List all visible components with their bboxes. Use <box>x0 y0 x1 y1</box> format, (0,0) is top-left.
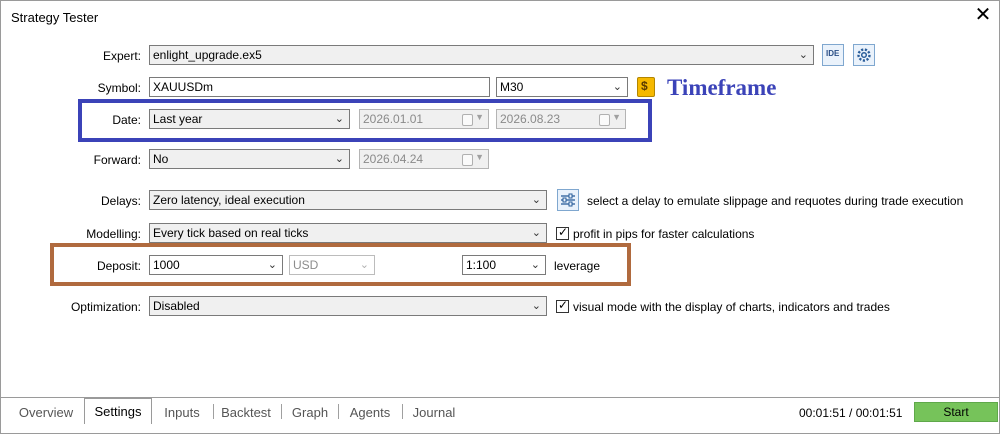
check-icon: ✓ <box>558 225 569 239</box>
tab-inputs[interactable]: Inputs <box>156 402 208 423</box>
tab-overview[interactable]: Overview <box>11 402 81 423</box>
delays-note: select a delay to emulate slippage and r… <box>587 194 964 208</box>
deposit-value: 1000 <box>153 258 180 272</box>
check-icon: ✓ <box>558 298 569 312</box>
chevron-down-icon: ▼ <box>475 112 484 122</box>
date-from-field[interactable]: 2026.01.01 ▼ <box>359 109 489 129</box>
leverage-select[interactable]: 1:100 ⌄ <box>462 255 546 275</box>
chevron-down-icon: ⌄ <box>530 259 540 271</box>
modelling-value: Every tick based on real ticks <box>153 226 309 240</box>
calendar-icon <box>462 154 473 166</box>
date-label: Date: <box>112 113 141 127</box>
forward-select[interactable]: No ⌄ <box>149 149 350 169</box>
optimization-select[interactable]: Disabled ⌄ <box>149 296 547 316</box>
chevron-down-icon: ▼ <box>612 112 621 122</box>
visual-mode-label: visual mode with the display of charts, … <box>573 300 890 314</box>
delay-settings-button[interactable] <box>557 189 579 211</box>
timeframe-select[interactable]: M30 ⌄ <box>496 77 628 97</box>
tab-settings[interactable]: Settings <box>84 398 152 424</box>
elapsed-time: 00:01:51 / 00:01:51 <box>799 406 903 420</box>
chevron-down-icon: ⌄ <box>531 300 541 312</box>
tab-agents[interactable]: Agents <box>342 402 398 423</box>
symbol-label: Symbol: <box>97 81 141 95</box>
calendar-icon <box>599 114 610 126</box>
chevron-down-icon: ⌄ <box>612 81 622 93</box>
settings-button[interactable] <box>853 44 875 66</box>
date-range-value: Last year <box>153 112 203 126</box>
deposit-label: Deposit: <box>96 259 141 273</box>
dollar-icon: $ <box>641 79 648 93</box>
date-range-select[interactable]: Last year ⌄ <box>149 109 350 129</box>
tab-separator <box>338 404 339 419</box>
expert-select[interactable]: enlight_upgrade.ex5 ⌄ <box>149 45 814 65</box>
delays-label: Delays: <box>100 194 141 208</box>
timeframe-value: M30 <box>500 80 524 94</box>
profit-in-pips-checkbox[interactable]: ✓ <box>556 225 569 240</box>
forward-value: No <box>153 152 169 166</box>
expert-value: enlight_upgrade.ex5 <box>153 48 262 62</box>
expert-label: Expert: <box>102 49 141 63</box>
optimization-value: Disabled <box>153 299 200 313</box>
date-from-value: 2026.01.01 <box>363 112 424 126</box>
profit-in-pips-label: profit in pips for faster calculations <box>573 227 755 241</box>
tab-separator <box>213 404 214 419</box>
modelling-label: Modelling: <box>86 227 141 241</box>
modelling-select[interactable]: Every tick based on real ticks ⌄ <box>149 223 547 243</box>
forward-date-field[interactable]: 2026.04.24 ▼ <box>359 149 489 169</box>
start-button[interactable]: Start <box>914 402 998 422</box>
leverage-value: 1:100 <box>466 258 497 272</box>
tab-separator <box>281 404 282 419</box>
chevron-down-icon: ⌄ <box>334 113 344 125</box>
timeframe-annotation: Timeframe <box>667 75 777 100</box>
delays-select[interactable]: Zero latency, ideal execution ⌄ <box>149 190 547 210</box>
chevron-down-icon: ⌄ <box>531 227 541 239</box>
strategy-tester-window: Strategy Tester ✕ Expert: enlight_upgrad… <box>0 0 1000 434</box>
visual-mode-checkbox[interactable]: ✓ <box>556 298 569 313</box>
gear-icon <box>857 48 871 62</box>
chevron-down-icon: ⌄ <box>798 49 808 61</box>
chevron-down-icon: ⌄ <box>359 259 369 271</box>
forward-date-value: 2026.04.24 <box>363 152 424 166</box>
currency-value: USD <box>293 258 319 272</box>
chevron-down-icon: ⌄ <box>531 194 541 206</box>
chevron-down-icon: ⌄ <box>334 153 344 165</box>
delays-value: Zero latency, ideal execution <box>153 193 305 207</box>
optimization-label: Optimization: <box>70 300 141 314</box>
symbol-value: XAUUSDm <box>153 80 214 94</box>
tab-backtest[interactable]: Backtest <box>216 402 276 423</box>
sliders-icon <box>561 193 575 207</box>
deposit-select[interactable]: 1000 ⌄ <box>149 255 283 275</box>
leverage-label: leverage <box>554 259 601 273</box>
date-to-value: 2026.08.23 <box>500 112 561 126</box>
ide-button[interactable]: IDE <box>822 44 844 66</box>
forward-label: Forward: <box>93 153 141 167</box>
tab-graph[interactable]: Graph <box>285 402 335 423</box>
tab-journal[interactable]: Journal <box>406 402 462 423</box>
chevron-down-icon: ⌄ <box>267 259 277 271</box>
tab-separator <box>402 404 403 419</box>
date-to-field[interactable]: 2026.08.23 ▼ <box>496 109 626 129</box>
symbol-input[interactable]: XAUUSDm <box>149 77 490 97</box>
window-title: Strategy Tester <box>11 10 99 25</box>
ide-icon: IDE <box>826 49 840 58</box>
currency-select[interactable]: USD ⌄ <box>289 255 375 275</box>
calendar-icon <box>462 114 473 126</box>
chevron-down-icon: ▼ <box>475 152 484 162</box>
close-icon[interactable]: ✕ <box>973 4 993 28</box>
symbol-properties-button[interactable]: $ <box>637 77 655 97</box>
